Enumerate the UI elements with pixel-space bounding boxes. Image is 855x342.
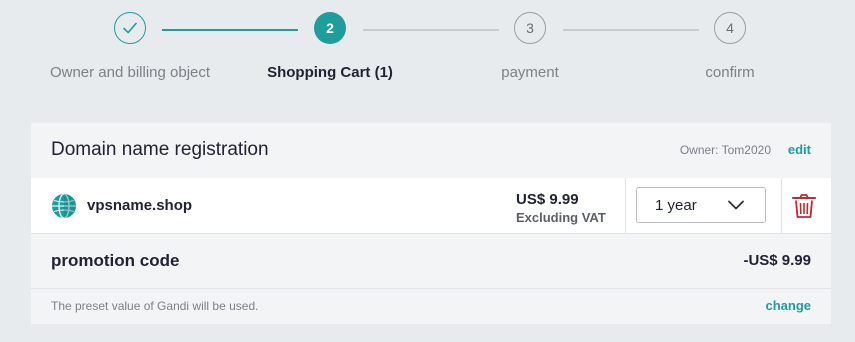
step-4-label: confirm <box>705 64 755 81</box>
check-icon <box>123 22 137 34</box>
trash-icon[interactable] <box>791 193 817 219</box>
step-1-label[interactable]: Owner and billing object <box>50 64 210 81</box>
cell-divider <box>625 178 626 233</box>
chevron-down-icon <box>728 200 744 210</box>
change-promotion-link[interactable]: change <box>765 298 811 313</box>
step-1-circle[interactable] <box>114 12 146 44</box>
domain-name: vpsname.shop <box>87 197 193 214</box>
promotion-row: promotion code -US$ 9.99 <box>31 233 831 289</box>
duration-select[interactable]: 1 year <box>636 187 766 223</box>
duration-value: 1 year <box>655 197 697 214</box>
cart-title: Domain name registration <box>51 139 269 160</box>
edit-owner-link[interactable]: edit <box>788 142 811 157</box>
owner-info: Owner: Tom2020 <box>679 143 771 157</box>
step-2-number: 2 <box>326 20 334 36</box>
step-4-circle: 4 <box>714 12 746 44</box>
step-3-circle: 3 <box>514 12 546 44</box>
stepper-line-1 <box>162 29 298 31</box>
cell-divider <box>781 178 782 233</box>
step-3-number: 3 <box>526 20 534 36</box>
promotion-label: promotion code <box>51 251 180 270</box>
stepper-line-3 <box>563 29 699 31</box>
price-vat-note: Excluding VAT <box>516 210 606 225</box>
cart-card-header: Domain name registration Owner: Tom2020 … <box>31 123 831 179</box>
step-2-label: Shopping Cart (1) <box>267 64 393 81</box>
stepper-line-2 <box>363 29 499 31</box>
cart-item-row: vpsname.shop US$ 9.99 Excluding VAT 1 ye… <box>31 178 831 234</box>
promotion-value: -US$ 9.99 <box>743 252 811 269</box>
item-price: US$ 9.99 <box>516 191 579 208</box>
preset-note: The preset value of Gandi will be used. <box>51 299 259 313</box>
globe-icon <box>52 193 76 219</box>
checkout-stepper: 2 3 4 Owner and billing object Shopping … <box>0 0 855 100</box>
step-2-circle: 2 <box>314 12 346 44</box>
promotion-footer: The preset value of Gandi will be used. … <box>31 288 831 324</box>
step-3-label: payment <box>501 64 559 81</box>
cart-card: Domain name registration Owner: Tom2020 … <box>31 123 831 324</box>
step-4-number: 4 <box>726 20 734 36</box>
